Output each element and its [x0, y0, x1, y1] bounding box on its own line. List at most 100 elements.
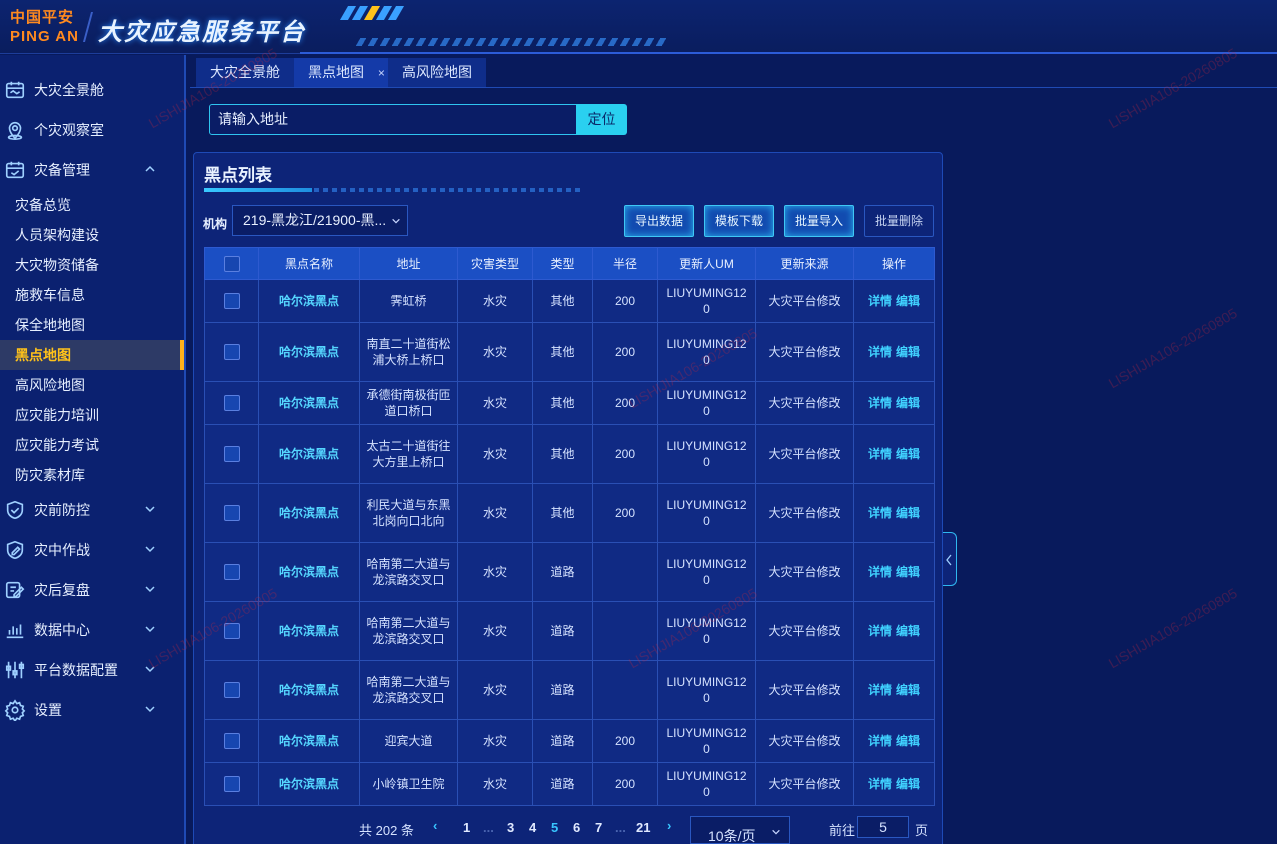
sidebar-sub-overview[interactable]: 灾备总览	[0, 190, 184, 220]
row-checkbox[interactable]	[223, 564, 240, 581]
goto-page-input[interactable]: 5	[857, 816, 909, 838]
page-6[interactable]: 6	[573, 820, 580, 835]
table-row[interactable]: 哈尔滨黑点 哈南第二大道与龙滨路交叉口 水灾 道路 LIUYUMING120 大灾平台修改…	[204, 542, 935, 602]
edit-link[interactable]: 编辑	[896, 683, 920, 697]
chevron-down-icon	[145, 626, 155, 633]
table-row[interactable]: 哈尔滨黑点 利民大道与东黑北岗向口北向 水灾 其他 200 LIUYUMING120 大灾平…	[204, 483, 935, 543]
sidebar-item-settings[interactable]: 设置	[0, 690, 184, 730]
table-row[interactable]: 哈尔滨黑点 霁虹桥 水灾 其他 200 LIUYUMING120 大灾平台修改 详情 编辑	[204, 279, 935, 323]
edit-link[interactable]: 编辑	[896, 565, 920, 579]
sidebar-sub-exam[interactable]: 应灾能力考试	[0, 430, 184, 460]
page-4[interactable]: 4	[529, 820, 536, 835]
checkbox[interactable]	[204, 279, 259, 323]
detail-link[interactable]: 详情	[868, 565, 892, 579]
detail-link[interactable]: 详情	[868, 777, 892, 791]
sidebar-sub-blackspot-map[interactable]: 黑点地图	[0, 340, 184, 370]
row-checkbox[interactable]	[223, 344, 240, 361]
select-all-cell[interactable]	[204, 247, 259, 280]
locate-button[interactable]: 定位	[576, 104, 627, 135]
sidebar-sub-rescue-vehicle[interactable]: 施救车信息	[0, 280, 184, 310]
page-3[interactable]: 3	[507, 820, 514, 835]
sidebar-item-observatory[interactable]: 个灾观察室	[0, 110, 184, 150]
detail-link[interactable]: 详情	[868, 624, 892, 638]
page-21[interactable]: 21	[636, 820, 650, 835]
detail-link[interactable]: 详情	[868, 396, 892, 410]
sidebar-item-review[interactable]: 灾后复盘	[0, 570, 184, 610]
table-row[interactable]: 哈尔滨黑点 小岭镇卫生院 水灾 道路 200 LIUYUMING120 大灾平台修改 详情 编辑	[204, 762, 935, 806]
page-size-select[interactable]: 10条/页	[690, 816, 790, 844]
edit-link[interactable]: 编辑	[896, 447, 920, 461]
sidebar-item-operation[interactable]: 灾中作战	[0, 530, 184, 570]
row-checkbox[interactable]	[223, 505, 240, 522]
next-page-icon[interactable]: ›	[667, 818, 671, 833]
detail-link[interactable]: 详情	[868, 683, 892, 697]
table-row[interactable]: 哈尔滨黑点 哈南第二大道与龙滨路交叉口 水灾 道路 LIUYUMING120 大灾平台修改…	[204, 601, 935, 661]
sidebar-sub-materials[interactable]: 大灾物资储备	[0, 250, 184, 280]
collapse-handle[interactable]	[943, 532, 957, 586]
sidebar-sub-high-risk-map[interactable]: 高风险地图	[0, 370, 184, 400]
edit-link[interactable]: 编辑	[896, 777, 920, 791]
detail-link[interactable]: 详情	[868, 294, 892, 308]
table-row[interactable]: 哈尔滨黑点 哈南第二大道与龙滨路交叉口 水灾 道路 LIUYUMING120 大灾平台修改…	[204, 660, 935, 720]
row-checkbox[interactable]	[223, 446, 240, 463]
tab-high-risk-map[interactable]: 高风险地图	[388, 58, 486, 87]
tab-blackspot-map[interactable]: 黑点地图 ×	[294, 58, 399, 87]
address-search-input[interactable]: 请输入地址	[209, 104, 577, 135]
checkbox[interactable]	[204, 322, 259, 382]
checkbox[interactable]	[204, 719, 259, 763]
sidebar-item-platform-config[interactable]: 平台数据配置	[0, 650, 184, 690]
row-checkbox[interactable]	[223, 395, 240, 412]
prev-page-icon[interactable]: ‹	[433, 818, 437, 833]
export-data-button[interactable]: 导出数据	[624, 205, 695, 237]
chevron-down-icon	[145, 706, 155, 713]
checkbox[interactable]	[204, 424, 259, 484]
sidebar-item-preparedness[interactable]: 灾备管理	[0, 150, 184, 190]
sidebar-item-panorama[interactable]: 大灾全景舱	[0, 70, 184, 110]
sidebar-sub-library[interactable]: 防灾素材库	[0, 460, 184, 490]
page-1[interactable]: 1	[463, 820, 470, 835]
tab-panorama[interactable]: 大灾全景舱	[196, 58, 294, 87]
table-row[interactable]: 哈尔滨黑点 太古二十道街往大方里上桥口 水灾 其他 200 LIUYUMING120 大灾平…	[204, 424, 935, 484]
edit-link[interactable]: 编辑	[896, 506, 920, 520]
table-row[interactable]: 哈尔滨黑点 迎宾大道 水灾 道路 200 LIUYUMING120 大灾平台修改 详情 编辑	[204, 719, 935, 763]
detail-link[interactable]: 详情	[868, 506, 892, 520]
checkbox[interactable]	[204, 483, 259, 543]
pagination: 共 202 条 ‹ 1 ... 3 4 5 6 7 ... 21 › 10条/页…	[193, 814, 1277, 844]
checkbox[interactable]	[204, 660, 259, 720]
page-ellipsis[interactable]: ...	[483, 820, 494, 835]
sidebar-item-data-center[interactable]: 数据中心	[0, 610, 184, 650]
row-checkbox[interactable]	[223, 776, 240, 793]
table-row[interactable]: 哈尔滨黑点 南直二十道街松浦大桥上桥口 水灾 其他 200 LIUYUMING120 大灾平…	[204, 322, 935, 382]
page-7[interactable]: 7	[595, 820, 602, 835]
sidebar-sub-training[interactable]: 应灾能力培训	[0, 400, 184, 430]
row-checkbox[interactable]	[223, 623, 240, 640]
sidebar-item-prevention[interactable]: 灾前防控	[0, 490, 184, 530]
batch-delete-button[interactable]: 批量删除	[864, 205, 935, 237]
edit-link[interactable]: 编辑	[896, 294, 920, 308]
detail-link[interactable]: 详情	[868, 345, 892, 359]
ping-an-logo[interactable]: 中国平安 PING AN	[10, 10, 80, 44]
page-5[interactable]: 5	[551, 820, 558, 835]
edit-link[interactable]: 编辑	[896, 396, 920, 410]
detail-link[interactable]: 详情	[868, 447, 892, 461]
checkbox[interactable]	[204, 601, 259, 661]
edit-link[interactable]: 编辑	[896, 624, 920, 638]
close-icon[interactable]: ×	[378, 66, 385, 80]
row-checkbox[interactable]	[223, 733, 240, 750]
checkbox[interactable]	[204, 381, 259, 425]
checkbox[interactable]	[204, 762, 259, 806]
batch-import-button[interactable]: 批量导入	[784, 205, 855, 237]
page-ellipsis[interactable]: ...	[615, 820, 626, 835]
row-checkbox[interactable]	[223, 293, 240, 310]
sidebar-sub-preserve-map[interactable]: 保全地地图	[0, 310, 184, 340]
edit-link[interactable]: 编辑	[896, 345, 920, 359]
org-select[interactable]: 219-黑龙江/21900-黑...	[232, 205, 408, 236]
sidebar-sub-staff[interactable]: 人员架构建设	[0, 220, 184, 250]
checkbox[interactable]	[204, 542, 259, 602]
detail-link[interactable]: 详情	[868, 734, 892, 748]
edit-link[interactable]: 编辑	[896, 734, 920, 748]
table-row[interactable]: 哈尔滨黑点 承德街南极街匝道口桥口 水灾 其他 200 LIUYUMING120 大灾平台修…	[204, 381, 935, 425]
template-download-button[interactable]: 模板下载	[704, 205, 775, 237]
row-checkbox[interactable]	[223, 682, 240, 699]
select-all-checkbox[interactable]	[223, 255, 240, 272]
